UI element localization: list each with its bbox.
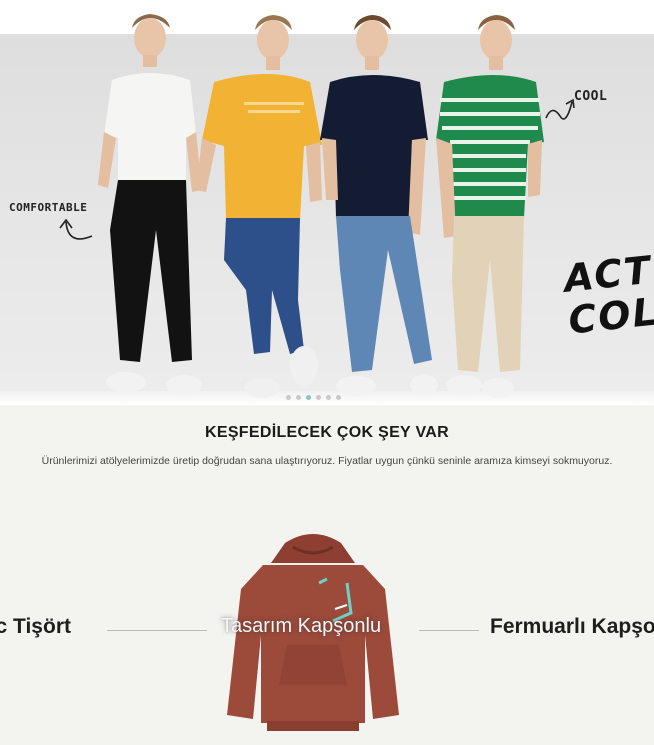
section-title: KEŞFEDİLECEK ÇOK ŞEY VAR [205,424,449,441]
carousel-item-zip-hoodie[interactable]: Fermuarlı Kapşo [490,615,654,639]
squiggle-arrow-doodle [545,98,575,120]
slider-dot-active[interactable] [306,395,311,400]
model-navy-polo [320,15,438,396]
slider-dot[interactable] [316,395,321,400]
curved-arrow-doodle [59,218,93,240]
category-carousel: sic Tişört Tasarım Kapşonlu Fermuarlı Ka… [0,500,654,745]
hero-headline: ACT COL [561,247,654,343]
slider-dot[interactable] [296,395,301,400]
slider-dots [286,395,341,400]
carousel-item-hoodie[interactable]: Tasarım Kapşonlu [221,615,381,638]
tag-cool: COOL [574,89,608,104]
model-white-tee [98,14,202,395]
section-subtitle: Ürünlerimizi atölyelerimizde üretip doğr… [41,455,613,467]
model-yellow-tee [196,15,322,398]
divider-line [107,630,207,631]
carousel-item-tshirt[interactable]: sic Tişört [0,615,71,639]
slider-dot[interactable] [326,395,331,400]
model-green-polo [436,15,544,398]
slider-dot[interactable] [286,395,291,400]
divider-line [419,630,479,631]
slider-dot[interactable] [336,395,341,400]
hero-banner[interactable]: COMFORTABLE COOL ACT COL [0,0,654,405]
hero-models-illustration [59,14,575,398]
tag-comfortable: COMFORTABLE [9,201,88,214]
